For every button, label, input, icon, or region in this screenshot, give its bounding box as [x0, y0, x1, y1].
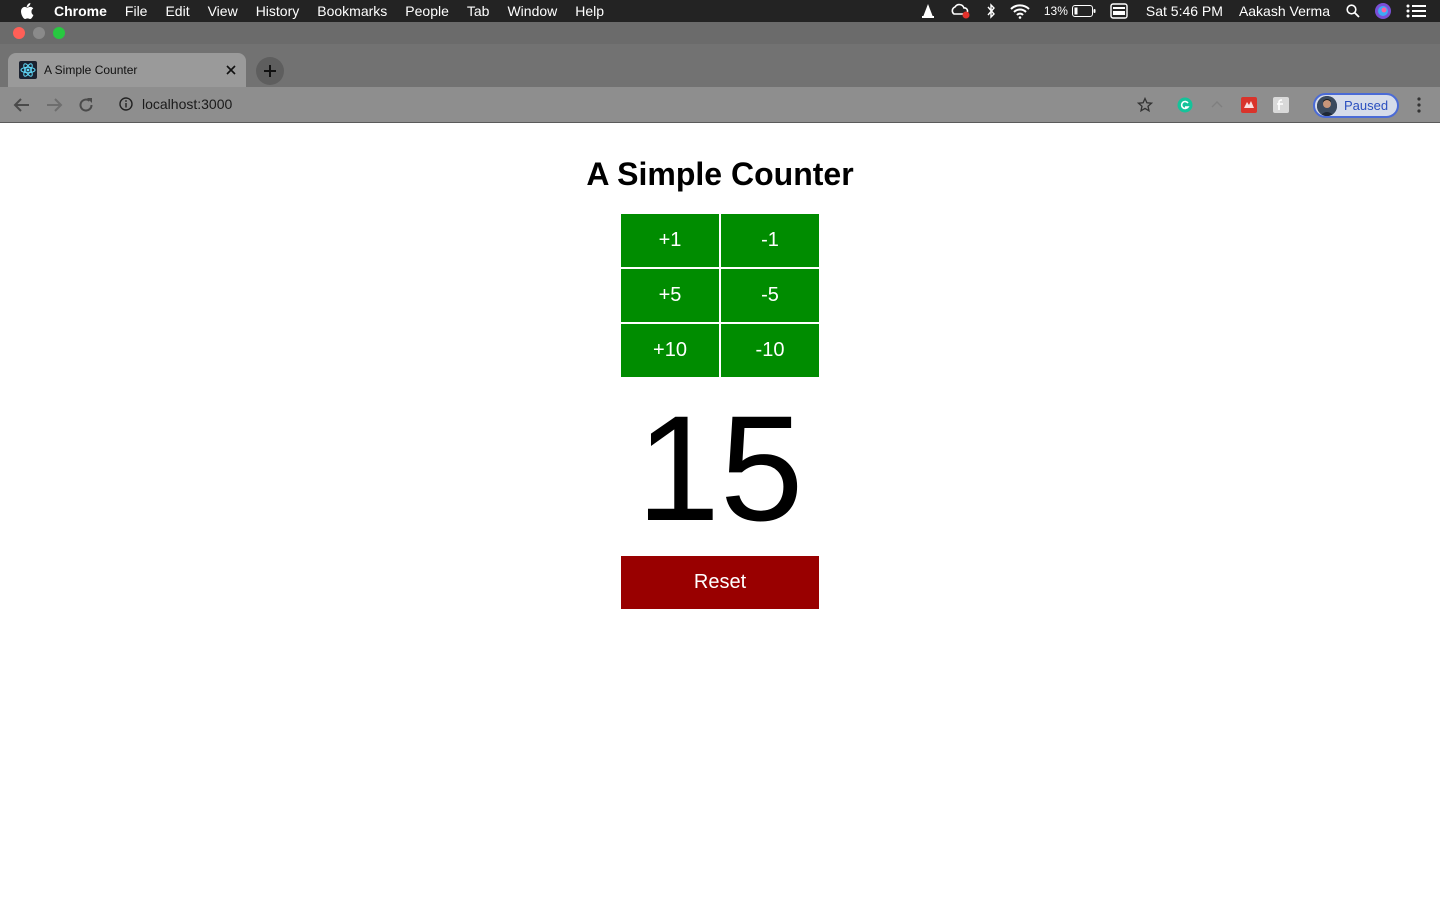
menu-bookmarks[interactable]: Bookmarks: [317, 0, 387, 22]
menu-people[interactable]: People: [405, 0, 449, 22]
menu-help[interactable]: Help: [575, 0, 604, 22]
back-icon[interactable]: [12, 95, 32, 115]
wifi-icon[interactable]: [1010, 3, 1030, 19]
page-content: A Simple Counter +1 -1 +5 -5 +10 -10 15 …: [0, 124, 1440, 900]
grammarly-icon[interactable]: [1176, 96, 1194, 114]
user-name[interactable]: Aakash Verma: [1239, 3, 1330, 19]
new-tab-button[interactable]: [256, 57, 284, 85]
react-devtools-extension-icon[interactable]: [1240, 96, 1258, 114]
bookmark-star-icon[interactable]: [1136, 96, 1154, 114]
notification-center-icon[interactable]: [1406, 4, 1426, 18]
address-bar[interactable]: localhost:3000: [142, 96, 232, 112]
counter-value: 15: [636, 384, 804, 552]
extension-muted-icon[interactable]: [1208, 96, 1226, 114]
increment-5-button[interactable]: +5: [620, 268, 720, 323]
menu-history[interactable]: History: [256, 0, 300, 22]
reload-icon[interactable]: [76, 95, 96, 115]
tab-strip: A Simple Counter: [0, 44, 1440, 87]
siri-icon[interactable]: [1374, 2, 1392, 20]
window-titlebar: [0, 22, 1440, 44]
menu-tab[interactable]: Tab: [467, 0, 490, 22]
menu-file[interactable]: File: [125, 0, 148, 22]
clock[interactable]: Sat 5:46 PM: [1146, 3, 1223, 19]
zoom-window-button[interactable]: [53, 27, 65, 39]
increment-10-button[interactable]: +10: [620, 323, 720, 378]
menu-app-chrome[interactable]: Chrome: [54, 0, 107, 22]
menubar-status-area: 13% Sat 5:46 PM Aakash Verma: [906, 0, 1440, 22]
react-icon: [19, 61, 37, 79]
menu-edit[interactable]: Edit: [165, 0, 189, 22]
keyboard-input-icon[interactable]: [1110, 3, 1128, 19]
profile-button[interactable]: Paused: [1313, 93, 1399, 118]
macos-menubar: Chrome File Edit View History Bookmarks …: [0, 0, 1440, 22]
browser-toolbar: localhost:3000 Paused: [0, 87, 1440, 123]
battery-percent: 13%: [1043, 4, 1068, 18]
bluetooth-icon[interactable]: [986, 3, 996, 19]
tab-a-simple-counter[interactable]: A Simple Counter: [8, 53, 246, 87]
profile-status-label: Paused: [1344, 98, 1389, 113]
close-window-button[interactable]: [13, 27, 25, 39]
close-tab-icon[interactable]: [223, 62, 239, 78]
site-info-icon[interactable]: [119, 97, 133, 111]
chrome-menu-icon[interactable]: [1411, 96, 1427, 114]
page-title: A Simple Counter: [586, 156, 854, 192]
tab-title: A Simple Counter: [44, 63, 138, 77]
counter-button-grid: +1 -1 +5 -5 +10 -10: [620, 213, 820, 378]
decrement-10-button[interactable]: -10: [720, 323, 820, 378]
minimize-window-button[interactable]: [33, 27, 45, 39]
menu-view[interactable]: View: [208, 0, 238, 22]
menu-window[interactable]: Window: [507, 0, 557, 22]
vlc-icon[interactable]: [920, 3, 936, 19]
decrement-5-button[interactable]: -5: [720, 268, 820, 323]
reset-button[interactable]: Reset: [621, 556, 819, 609]
spotlight-search-icon[interactable]: [1346, 4, 1360, 18]
decrement-1-button[interactable]: -1: [720, 213, 820, 268]
extension-f-icon[interactable]: [1272, 96, 1290, 114]
battery-icon[interactable]: [1071, 5, 1096, 17]
forward-icon[interactable]: [44, 95, 64, 115]
creative-cloud-icon[interactable]: [950, 3, 972, 19]
apple-icon[interactable]: [20, 0, 36, 22]
avatar: [1317, 95, 1337, 116]
increment-1-button[interactable]: +1: [620, 213, 720, 268]
